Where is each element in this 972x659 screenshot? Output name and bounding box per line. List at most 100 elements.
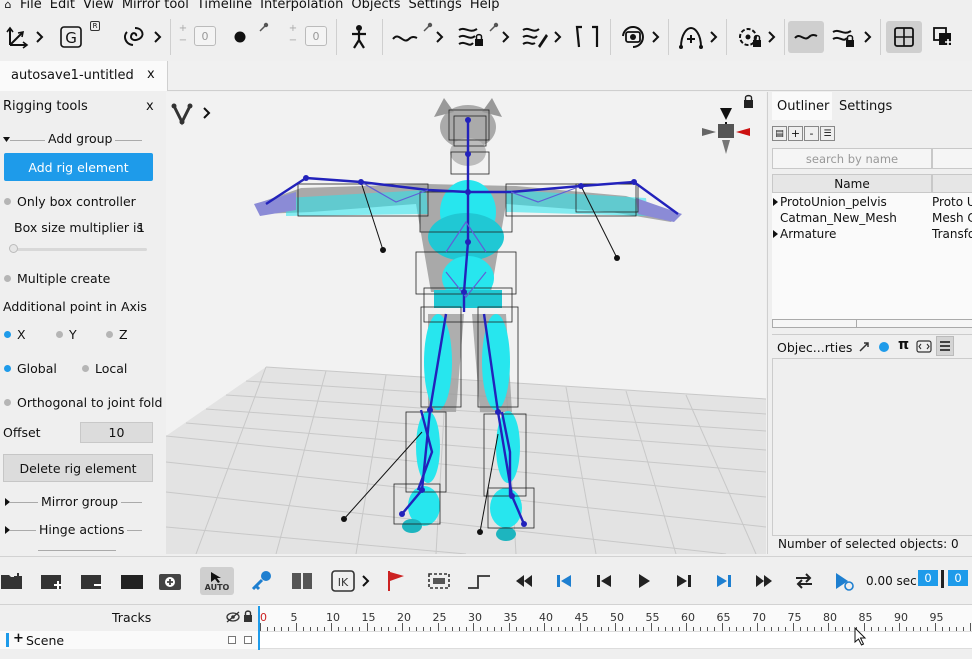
split-icon[interactable] <box>288 567 316 595</box>
menu-file[interactable]: File <box>16 0 46 13</box>
lasso-icon[interactable] <box>120 21 150 53</box>
local-radio[interactable] <box>82 365 89 372</box>
eye-hidden-icon[interactable] <box>226 611 240 623</box>
transform-icon[interactable] <box>858 341 870 353</box>
go-to-end-icon[interactable] <box>710 567 738 595</box>
document-tab[interactable]: autosave1-untitled x <box>0 61 168 91</box>
chevron-right-icon[interactable] <box>652 31 660 43</box>
next-frame-icon[interactable] <box>670 567 698 595</box>
lock-icon[interactable] <box>243 610 253 622</box>
lock-wave-icon[interactable] <box>830 21 860 53</box>
counter-a[interactable]: 0 <box>194 26 216 46</box>
folder-icon[interactable] <box>120 567 146 595</box>
only-box-controller-radio[interactable] <box>4 198 11 205</box>
menu-edit[interactable]: Edit <box>46 0 79 13</box>
counter-b[interactable]: 0 <box>305 26 327 46</box>
triangle-down-icon[interactable] <box>3 136 11 144</box>
add-rig-element-button[interactable]: Add rig element <box>4 153 153 181</box>
flag-icon[interactable] <box>382 567 410 595</box>
chevron-right-icon[interactable] <box>768 31 776 43</box>
hinge-actions-header[interactable]: Hinge actions <box>36 522 128 537</box>
playhead[interactable] <box>258 606 260 650</box>
offset-input[interactable]: 10 <box>80 422 153 443</box>
layers-icon[interactable] <box>928 21 960 53</box>
menu-timeline[interactable]: Timeline <box>193 0 256 13</box>
add-button[interactable]: + <box>788 126 803 141</box>
wave-icon[interactable] <box>788 21 824 53</box>
add-group-header[interactable]: Add group <box>45 131 116 146</box>
chevron-right-icon[interactable] <box>362 575 370 587</box>
pen-curves-icon[interactable] <box>520 21 550 53</box>
expand-arrow-icon[interactable] <box>773 198 779 206</box>
ik-icon[interactable]: IK <box>328 567 358 595</box>
expand-arrow-icon[interactable] <box>773 230 779 238</box>
script-icon[interactable] <box>916 340 932 353</box>
box-size-slider-handle[interactable] <box>9 244 18 253</box>
delete-rig-element-button[interactable]: Delete rig element <box>3 454 153 482</box>
tab-settings[interactable]: Settings <box>834 92 894 120</box>
viewport-scene[interactable] <box>166 92 766 554</box>
box-size-slider[interactable] <box>12 248 147 251</box>
orthogonal-radio[interactable] <box>4 399 11 406</box>
remove-button[interactable]: - <box>804 126 819 141</box>
menu-objects[interactable]: Objects <box>347 0 404 13</box>
pi-icon[interactable]: π <box>898 337 909 353</box>
tab-outliner[interactable]: Outliner <box>772 92 832 120</box>
fast-rewind-icon[interactable] <box>510 567 538 595</box>
add-key-icon[interactable] <box>158 567 184 595</box>
chevron-right-icon[interactable] <box>36 31 44 43</box>
curve-icon[interactable] <box>390 21 420 53</box>
v-logo-icon[interactable] <box>171 103 211 126</box>
horizontal-scrollbar[interactable] <box>772 319 972 328</box>
loop-icon[interactable] <box>790 567 818 595</box>
transform-axes-icon[interactable] <box>4 21 32 53</box>
axis-x-radio[interactable] <box>4 331 11 338</box>
column-name[interactable]: Name <box>772 174 932 193</box>
visibility-checkbox[interactable] <box>228 636 236 644</box>
menu-view[interactable]: View <box>79 0 118 13</box>
multiple-create-radio[interactable] <box>4 275 11 282</box>
fast-forward-icon[interactable] <box>750 567 778 595</box>
material-icon[interactable] <box>878 341 890 353</box>
expand-tree-icon[interactable]: ▤ <box>772 126 787 141</box>
lock-curves-icon[interactable] <box>456 21 486 53</box>
close-icon[interactable]: x <box>147 67 155 82</box>
3d-viewport[interactable] <box>166 92 766 554</box>
dot-brush-icon[interactable] <box>230 21 250 53</box>
chevron-right-icon[interactable] <box>554 31 562 43</box>
g-letter-icon[interactable]: G <box>58 21 84 53</box>
close-icon[interactable]: x <box>146 99 154 114</box>
grid-icon[interactable] <box>886 21 922 53</box>
search-input[interactable]: search by name <box>772 148 932 169</box>
stickman-icon[interactable] <box>346 21 372 53</box>
remove-track-icon[interactable] <box>80 567 106 595</box>
chevron-right-icon[interactable] <box>502 31 510 43</box>
menu-settings[interactable]: Settings <box>404 0 465 13</box>
menu-icon[interactable] <box>936 336 954 356</box>
chevron-right-icon[interactable] <box>864 31 872 43</box>
menu-mirror-tool[interactable]: Mirror tool <box>118 0 193 13</box>
menu-interpolation[interactable]: Interpolation <box>256 0 347 13</box>
triangle-right-icon[interactable] <box>4 498 12 506</box>
scene-track-header[interactable]: + Scene <box>0 631 258 649</box>
chevron-right-icon[interactable] <box>436 31 444 43</box>
global-radio[interactable] <box>4 365 11 372</box>
list-view-icon[interactable]: ☰ <box>820 126 835 141</box>
menu-help[interactable]: Help <box>466 0 504 13</box>
lock-checkbox[interactable] <box>244 636 252 644</box>
triangle-right-icon[interactable] <box>4 526 12 534</box>
search-filter[interactable] <box>932 148 972 169</box>
camera-icon[interactable] <box>618 21 648 53</box>
selection-frame-icon[interactable] <box>424 567 454 595</box>
step-interpolation-icon[interactable] <box>464 567 494 595</box>
go-to-start-icon[interactable] <box>550 567 578 595</box>
chevron-right-icon[interactable] <box>710 31 718 43</box>
frame-input-a[interactable]: 0 <box>918 570 938 586</box>
play-icon[interactable] <box>630 567 658 595</box>
add-track-icon[interactable] <box>40 567 66 595</box>
add-folder-icon[interactable] <box>0 567 26 595</box>
plus-icon[interactable]: + <box>13 631 24 646</box>
key-icon[interactable] <box>248 567 276 595</box>
column-type[interactable] <box>932 174 972 193</box>
tree-row[interactable]: ProtoUnion_pelvis Proto U <box>772 194 972 210</box>
